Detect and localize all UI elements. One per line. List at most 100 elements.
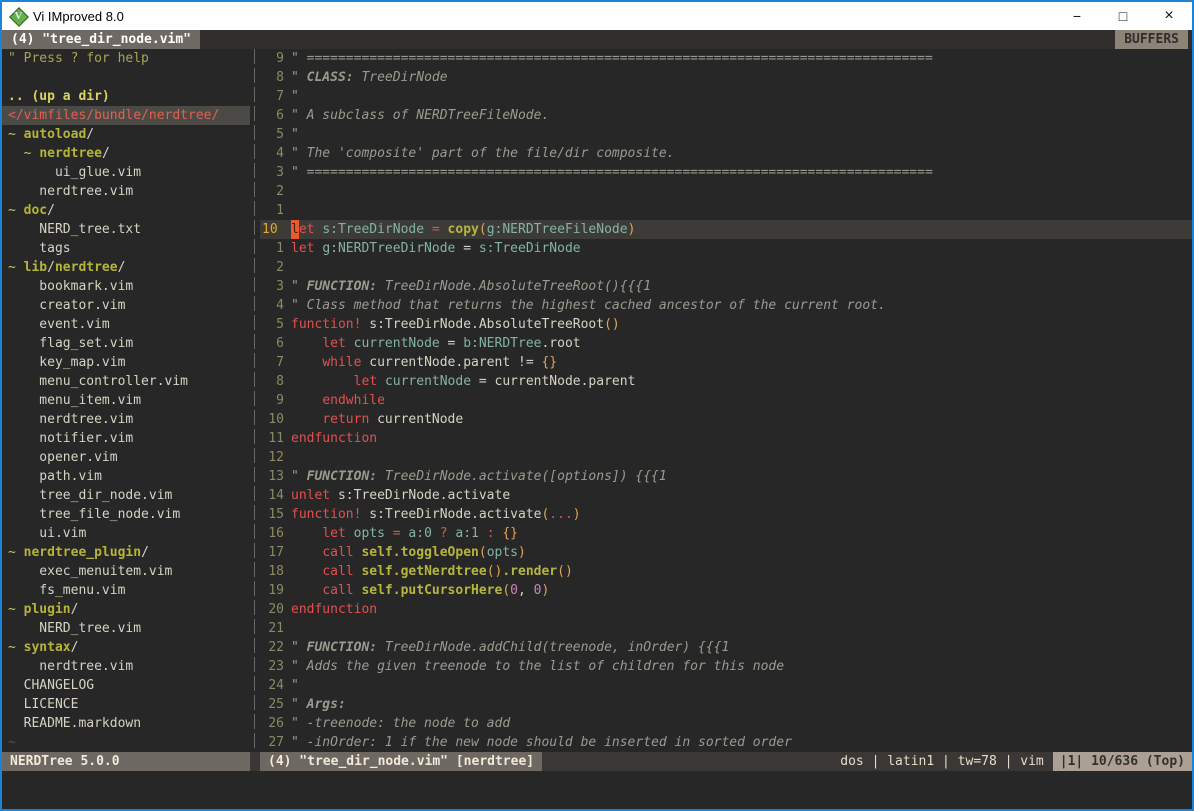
- code-line[interactable]: 8" CLASS: TreeDirNode: [260, 68, 1192, 87]
- tree-item[interactable]: ~ doc/: [2, 201, 250, 220]
- token-ty: ~: [8, 260, 24, 275]
- token-t: [448, 524, 456, 543]
- tree-item[interactable]: ~ syntax/: [2, 638, 250, 657]
- code-line[interactable]: 7 while currentNode.parent != {}: [260, 353, 1192, 372]
- tree-item[interactable]: fs_menu.vim: [2, 581, 250, 600]
- tree-item[interactable]: ~ nerdtree_plugin/: [2, 543, 250, 562]
- token-t: [346, 524, 354, 543]
- tree-item[interactable]: event.vim: [2, 315, 250, 334]
- editor-panel[interactable]: 9" =====================================…: [260, 49, 1192, 752]
- tree-item[interactable]: exec_menuitem.vim: [2, 562, 250, 581]
- tree-item[interactable]: ui_glue.vim: [2, 163, 250, 182]
- token-f: self.putCursorHere: [361, 581, 502, 600]
- tree-item[interactable]: flag_set.vim: [2, 334, 250, 353]
- code-line[interactable]: 24": [260, 676, 1192, 695]
- code-line[interactable]: 1: [260, 201, 1192, 220]
- tree-item[interactable]: LICENCE: [2, 695, 250, 714]
- statusline-fill: [542, 752, 840, 771]
- tree-item[interactable]: [2, 68, 250, 87]
- code-line[interactable]: 21: [260, 619, 1192, 638]
- tree-item[interactable]: nerdtree.vim: [2, 410, 250, 429]
- tree-item[interactable]: .. (up a dir): [2, 87, 250, 106]
- tree-item[interactable]: ui.vim: [2, 524, 250, 543]
- tree-item[interactable]: notifier.vim: [2, 429, 250, 448]
- code-line[interactable]: 22" FUNCTION: TreeDirNode.addChild(treen…: [260, 638, 1192, 657]
- token-d: nerdtree_plugin: [24, 545, 141, 560]
- code-line[interactable]: 20endfunction: [260, 600, 1192, 619]
- tree-item[interactable]: </vimfiles/bundle/nerdtree/: [2, 106, 250, 125]
- tree-item[interactable]: CHANGELOG: [2, 676, 250, 695]
- code-line[interactable]: 2: [260, 258, 1192, 277]
- token-t: [291, 372, 354, 391]
- code-line[interactable]: 16 let opts = a:0 ? a:1 : {}: [260, 524, 1192, 543]
- code-line[interactable]: 18 call self.getNerdtree().render(): [260, 562, 1192, 581]
- code-line[interactable]: 1let g:NERDTreeDirNode = s:TreeDirNode: [260, 239, 1192, 258]
- code-line[interactable]: 17 call self.toggleOpen(opts): [260, 543, 1192, 562]
- code-line[interactable]: 15function! s:TreeDirNode.activate(...): [260, 505, 1192, 524]
- code-line-current[interactable]: 10let s:TreeDirNode = copy(g:NERDTreeFil…: [260, 220, 1192, 239]
- close-button[interactable]: ×: [1146, 2, 1192, 30]
- code-line[interactable]: 12: [260, 448, 1192, 467]
- tree-item[interactable]: creator.vim: [2, 296, 250, 315]
- tree-item[interactable]: ~ autoload/: [2, 125, 250, 144]
- token-c: " ======================================…: [291, 49, 933, 68]
- code-line[interactable]: 27" -inOrder: 1 if the new node should b…: [260, 733, 1192, 752]
- tree-item[interactable]: path.vim: [2, 467, 250, 486]
- line-number: 6: [260, 106, 291, 125]
- tree-item[interactable]: NERD_tree.txt: [2, 220, 250, 239]
- code-line[interactable]: 6 let currentNode = b:NERDTree.root: [260, 334, 1192, 353]
- code-line[interactable]: 10 return currentNode: [260, 410, 1192, 429]
- tree-item[interactable]: bookmark.vim: [2, 277, 250, 296]
- token-t: [377, 372, 385, 391]
- code-line[interactable]: 6" A subclass of NERDTreeFileNode.: [260, 106, 1192, 125]
- code-line[interactable]: 5function! s:TreeDirNode.AbsoluteTreeRoo…: [260, 315, 1192, 334]
- tree-item[interactable]: opener.vim: [2, 448, 250, 467]
- statusline-nerdtree-version: NERDTree 5.0.0: [2, 752, 250, 771]
- tree-item[interactable]: ~ nerdtree/: [2, 144, 250, 163]
- tree-item[interactable]: ~ lib/nerdtree/: [2, 258, 250, 277]
- tree-item[interactable]: " Press ? for help: [2, 49, 250, 68]
- tree-item[interactable]: key_map.vim: [2, 353, 250, 372]
- code-line[interactable]: 26" -treenode: the node to add: [260, 714, 1192, 733]
- code-line[interactable]: 5": [260, 125, 1192, 144]
- line-number: 7: [260, 87, 291, 106]
- code-line[interactable]: 9 endwhile: [260, 391, 1192, 410]
- code-line[interactable]: 11endfunction: [260, 429, 1192, 448]
- tree-item[interactable]: nerdtree.vim: [2, 182, 250, 201]
- token-i: b:NERDTree: [463, 334, 541, 353]
- tree-item[interactable]: menu_item.vim: [2, 391, 250, 410]
- tree-item[interactable]: README.markdown: [2, 714, 250, 733]
- tree-item[interactable]: nerdtree.vim: [2, 657, 250, 676]
- minimize-button[interactable]: −: [1054, 2, 1100, 30]
- code-line[interactable]: 13" FUNCTION: TreeDirNode.activate([opti…: [260, 467, 1192, 486]
- code-line[interactable]: 7": [260, 87, 1192, 106]
- tree-item[interactable]: menu_controller.vim: [2, 372, 250, 391]
- code-line[interactable]: 4" The 'composite' part of the file/dir …: [260, 144, 1192, 163]
- line-number: 17: [260, 543, 291, 562]
- code-line[interactable]: 4" Class method that returns the highest…: [260, 296, 1192, 315]
- maximize-button[interactable]: □: [1100, 2, 1146, 30]
- tree-item[interactable]: tags: [2, 239, 250, 258]
- code-line[interactable]: 3" =====================================…: [260, 163, 1192, 182]
- code-line[interactable]: 8 let currentNode = currentNode.parent: [260, 372, 1192, 391]
- code-line[interactable]: 23" Adds the given treenode to the list …: [260, 657, 1192, 676]
- buffers-label[interactable]: BUFFERS: [1115, 30, 1188, 49]
- code-line[interactable]: 3" FUNCTION: TreeDirNode.AbsoluteTreeRoo…: [260, 277, 1192, 296]
- token-k: function!: [291, 315, 361, 334]
- command-line[interactable]: [2, 771, 1192, 809]
- tree-item[interactable]: tree_file_node.vim: [2, 505, 250, 524]
- token-cb: FUNCTION:: [307, 277, 377, 296]
- code-line[interactable]: 2: [260, 182, 1192, 201]
- tree-item[interactable]: tree_dir_node.vim: [2, 486, 250, 505]
- tree-item[interactable]: ~ plugin/: [2, 600, 250, 619]
- tab-tree-dir-node[interactable]: (4) "tree_dir_node.vim": [2, 30, 200, 49]
- token-t: [495, 524, 503, 543]
- window-separator[interactable]: [250, 49, 260, 752]
- code-line[interactable]: 14unlet s:TreeDirNode.activate: [260, 486, 1192, 505]
- code-line[interactable]: 9" =====================================…: [260, 49, 1192, 68]
- code-line[interactable]: 19 call self.putCursorHere(0, 0): [260, 581, 1192, 600]
- token-ty: ~: [8, 146, 39, 161]
- code-line[interactable]: 25" Args:: [260, 695, 1192, 714]
- tree-item[interactable]: ~: [2, 733, 250, 752]
- tree-item[interactable]: NERD_tree.vim: [2, 619, 250, 638]
